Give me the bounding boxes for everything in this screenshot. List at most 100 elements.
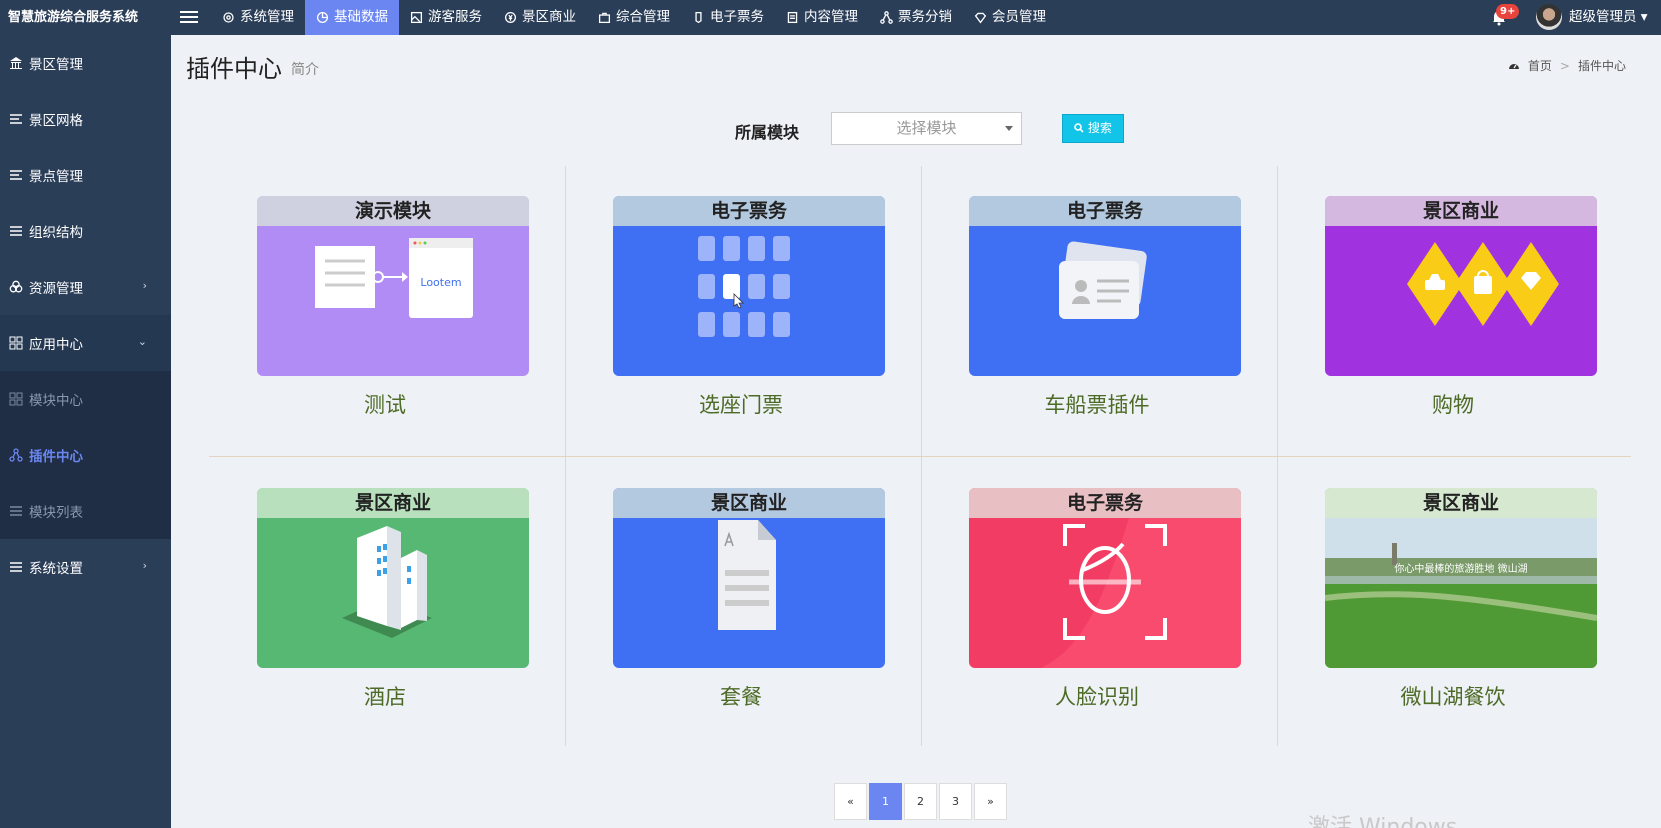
pagination-page[interactable]: 1: [869, 783, 902, 820]
plugin-card[interactable]: 景区商业 套餐: [613, 488, 885, 709]
seat-selection-illustration: [698, 236, 790, 337]
dashboard-icon: [1508, 63, 1519, 69]
chevron-down-icon: [1005, 126, 1013, 131]
sidebar-item-label: 景区管理: [29, 57, 83, 73]
sidebar-item-scenic-area[interactable]: 景区管理: [0, 35, 171, 91]
sidebar-item-label: 模块中心: [29, 393, 83, 409]
plugin-card-tag: 电子票务: [969, 196, 1241, 226]
plugin-card-name: 测试: [364, 393, 406, 417]
topnav-label: 基础数据: [334, 9, 388, 25]
page-subtitle: 简介: [291, 62, 319, 78]
breadcrumb-current: 插件中心: [1577, 59, 1626, 73]
pagination-next[interactable]: »: [974, 783, 1007, 820]
sidebar-item-org[interactable]: 组织结构: [0, 203, 171, 259]
sidebar-item-spot[interactable]: 景点管理: [0, 147, 171, 203]
search-button[interactable]: 搜索: [1062, 114, 1124, 143]
demo-logo-text: Lootem: [420, 276, 461, 289]
cubes-icon: [9, 280, 23, 293]
ticket-icon: [695, 11, 702, 24]
demo-illustration: Lootem: [315, 238, 473, 318]
sidebar-item-module-list[interactable]: 模块列表: [0, 483, 171, 539]
page-title: 插件中心: [186, 55, 282, 83]
sidebar-item-app-center[interactable]: 应用中心 ⌄: [0, 315, 171, 371]
module-select-placeholder: 选择模块: [896, 119, 957, 137]
plugin-card-image: 电子票务: [969, 196, 1241, 376]
topnav-item-basedata[interactable]: 基础数据: [305, 0, 399, 35]
chevron-right-icon: ›: [142, 559, 147, 572]
plugin-card-name: 酒店: [364, 685, 406, 709]
plugin-card-tag: 景区商业: [1325, 196, 1597, 226]
chevron-down-icon: ▾: [1640, 9, 1648, 25]
sidebar-item-module-center[interactable]: 模块中心: [0, 371, 171, 427]
topnav-item-ticket[interactable]: 电子票务: [681, 0, 775, 35]
avatar[interactable]: [1536, 4, 1562, 30]
plugin-card[interactable]: 景区商业 你心中最棒的旅游胜地 微山湖 微山湖餐饮: [1325, 488, 1597, 709]
sidebar: 景区管理 景区网格 景点管理 组织结构 资源管理 › 应用中心 ⌄ 模块中心 插…: [0, 35, 171, 828]
ticket-cards-illustration: [1059, 241, 1147, 319]
search-button-label: 搜索: [1087, 121, 1112, 135]
topnav-item-content[interactable]: 内容管理: [775, 0, 869, 35]
plugin-card-name: 人脸识别: [1055, 685, 1139, 709]
sidebar-item-resource[interactable]: 资源管理 ›: [0, 259, 171, 315]
topnav-item-visitor[interactable]: 游客服务: [399, 0, 493, 35]
pagination-page[interactable]: 3: [939, 783, 972, 820]
plugin-card-name: 微山湖餐饮: [1400, 685, 1506, 709]
plugin-card-name: 车船票插件: [1044, 393, 1150, 417]
sidebar-item-settings[interactable]: 系统设置 ›: [0, 539, 171, 595]
plugin-card[interactable]: 电子票务 选座门票: [613, 196, 885, 417]
notification-badge: 9+: [1496, 4, 1520, 19]
photo-caption: 你心中最棒的旅游胜地 微山湖: [1394, 562, 1527, 575]
menu-toggle-icon[interactable]: [180, 8, 198, 26]
pagination-page[interactable]: 2: [904, 783, 937, 820]
topnav-label: 综合管理: [616, 9, 670, 25]
sidebar-item-grid[interactable]: 景区网格: [0, 91, 171, 147]
shopping-illustration: [1407, 242, 1559, 326]
plugin-card-image: 景区商业: [613, 488, 885, 668]
topnav-label: 会员管理: [992, 9, 1046, 25]
sidebar-item-label: 景区网格: [29, 113, 83, 129]
sidebar-item-label: 系统设置: [29, 561, 83, 577]
plugin-card[interactable]: 演示模块 Lootem 测试: [257, 196, 529, 417]
app-logo-title: 智慧旅游综合服务系统: [8, 10, 139, 25]
topnav-item-distribution[interactable]: 票务分销: [869, 0, 963, 35]
main-content: 插件中心 简介 首页 > 插件中心 所属模块 选择模块 搜索 演示模块 Loot…: [171, 35, 1661, 828]
topnav-label: 游客服务: [428, 9, 482, 25]
plugin-card[interactable]: 景区商业 购物: [1325, 196, 1597, 417]
lake-photo: 你心中最棒的旅游胜地 微山湖: [1325, 518, 1597, 668]
breadcrumb-home[interactable]: 首页: [1528, 57, 1552, 74]
topnav-item-general[interactable]: 综合管理: [587, 0, 681, 35]
plugin-card-image: 电子票务: [969, 488, 1241, 668]
plugin-card-tag: 景区商业: [613, 488, 885, 518]
top-navbar: 智慧旅游综合服务系统 系统管理 基础数据 游客服务 景区商业 综合管理 电子票务…: [0, 0, 1661, 35]
topnav-label: 电子票务: [710, 9, 764, 25]
plugin-card-tag: 电子票务: [613, 196, 885, 226]
sidebar-item-label: 资源管理: [29, 281, 83, 297]
pie-icon: [316, 11, 329, 24]
plugin-card-tag: 景区商业: [257, 488, 529, 518]
share-icon: [9, 448, 23, 462]
doc-icon: [787, 11, 798, 24]
list-icon: [10, 226, 22, 236]
plugin-card[interactable]: 电子票务 车船票插件: [969, 196, 1241, 417]
image-icon: [410, 11, 423, 24]
sidebar-item-label: 组织结构: [29, 225, 83, 241]
topnav-item-commerce[interactable]: 景区商业: [493, 0, 587, 35]
plugin-card[interactable]: 景区商业 酒店: [257, 488, 529, 709]
sidebar-item-plugin-center[interactable]: 插件中心: [0, 427, 171, 483]
diamond-icon: [974, 12, 987, 24]
pagination-prev[interactable]: «: [834, 783, 867, 820]
topnav-item-member[interactable]: 会员管理: [963, 0, 1057, 35]
bank-icon: [10, 57, 22, 69]
module-select[interactable]: 选择模块: [831, 112, 1022, 145]
topnav-item-system[interactable]: 系统管理: [211, 0, 305, 35]
grid-icon: [9, 392, 23, 406]
topnav-label: 景区商业: [522, 9, 576, 25]
face-recognition-icon: [1041, 518, 1241, 668]
document-illustration: [718, 520, 776, 630]
plugin-card-image: 景区商业: [257, 488, 529, 668]
chevron-down-icon: ⌄: [137, 335, 147, 348]
chevron-right-icon: ›: [142, 279, 147, 292]
plugin-card[interactable]: 电子票务 人脸识别: [969, 488, 1241, 709]
list-icon: [10, 562, 22, 572]
user-menu[interactable]: 超级管理员 ▾: [1569, 0, 1648, 35]
